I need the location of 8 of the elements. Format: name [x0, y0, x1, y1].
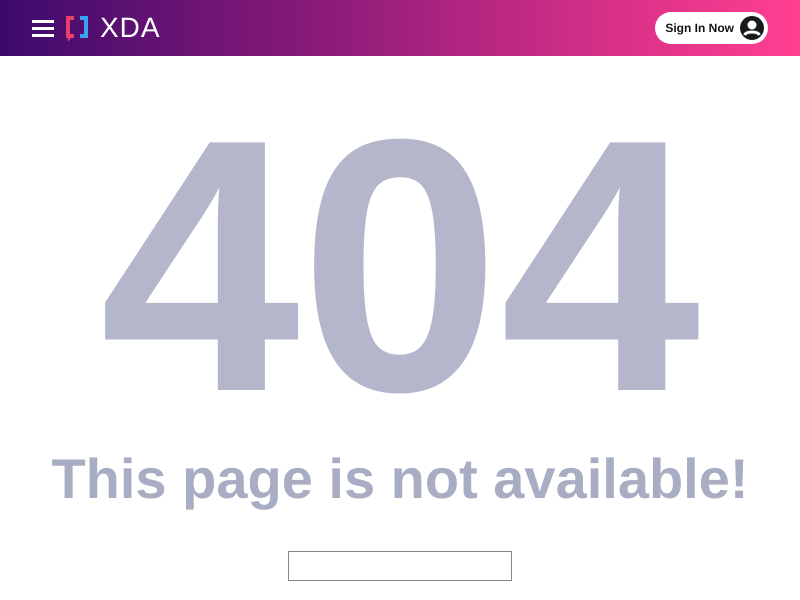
sign-in-button[interactable]: Sign In Now [655, 12, 768, 44]
user-icon [740, 16, 764, 40]
bracket-logo-icon [64, 14, 90, 42]
input-field[interactable] [288, 551, 512, 581]
menu-icon[interactable] [32, 19, 54, 37]
error-message: This page is not available! [51, 446, 749, 511]
logo-text[interactable]: XDA [100, 12, 161, 44]
error-code: 404 [100, 86, 700, 446]
